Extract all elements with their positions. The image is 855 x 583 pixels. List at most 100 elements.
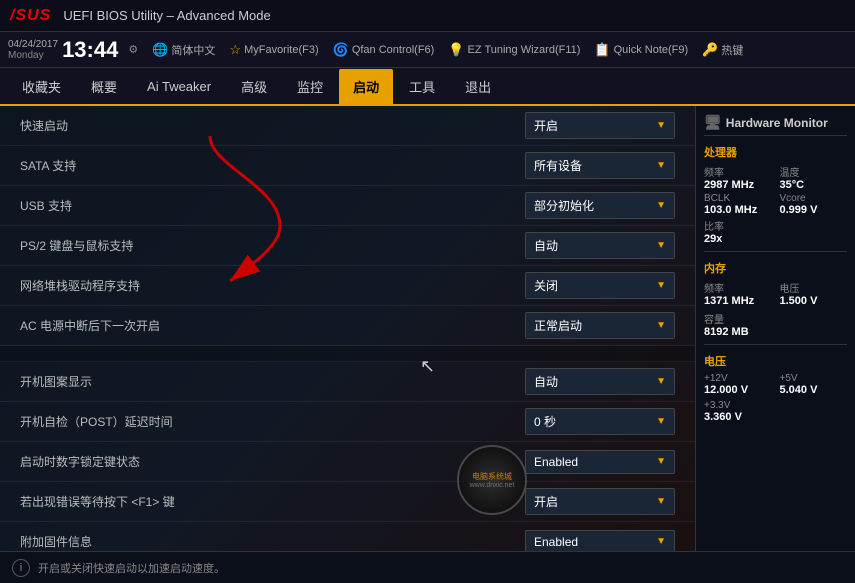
chevron-down-icon: ▼ [656, 456, 666, 467]
v33-display: +3.3V 3.360 V [704, 400, 847, 423]
nav-favorites[interactable]: 收藏夹 [8, 69, 75, 104]
bclk-display: BCLK 103.0 MHz [704, 193, 772, 216]
chevron-down-icon: ▼ [656, 536, 666, 547]
dropdown-ps2[interactable]: 自动 ▼ [525, 232, 675, 259]
setting-label-post-delay: 开机自检（POST）延迟时间 [20, 413, 475, 430]
setting-value-boot-logo[interactable]: 自动 ▼ [475, 368, 675, 395]
setting-row-ps2[interactable]: PS/2 键盘与鼠标支持 自动 ▼ [0, 226, 695, 266]
setting-label-ps2: PS/2 键盘与鼠标支持 [20, 237, 475, 254]
settings-spacer [0, 346, 695, 362]
main-nav: 收藏夹 概要 Ai Tweaker 高级 监控 启动 工具 退出 [0, 68, 855, 106]
setting-row-numlock[interactable]: 启动时数字锁定键状态 Enabled ▼ [0, 442, 695, 482]
toolbar-hotkey[interactable]: 🔑 热键 [702, 42, 743, 58]
toolbar-qfan[interactable]: 🌀 Qfan Control(F6) [333, 42, 435, 58]
dropdown-numlock[interactable]: Enabled ▼ [525, 450, 675, 474]
ez-label: EZ Tuning Wizard(F11) [468, 44, 581, 56]
setting-row-fast-boot[interactable]: 快速启动 开启 ▼ [0, 106, 695, 146]
mem-volt-display: 电压 1.500 V [780, 280, 848, 307]
v5-display: +5V 5.040 V [780, 373, 848, 396]
day-display: Monday [8, 50, 44, 61]
status-text: 开启或关闭快速启动以加速启动速度。 [38, 560, 225, 576]
setting-row-post-delay[interactable]: 开机自检（POST）延迟时间 0 秒 ▼ [0, 402, 695, 442]
favorite-icon: ☆ [229, 42, 241, 58]
datetime-display: 13:44 [62, 37, 118, 63]
dropdown-numlock-value: Enabled [534, 455, 578, 469]
dropdown-ac-power-value: 正常启动 [534, 317, 582, 334]
mem-freq-display: 频率 1371 MHz [704, 280, 772, 307]
setting-value-firmware-info[interactable]: Enabled ▼ [475, 530, 675, 552]
setting-label-fast-boot: 快速启动 [20, 117, 475, 134]
setting-row-sata[interactable]: SATA 支持 所有设备 ▼ [0, 146, 695, 186]
chevron-down-icon: ▼ [656, 120, 666, 131]
chevron-down-icon: ▼ [656, 320, 666, 331]
note-icon: 📋 [594, 42, 610, 58]
nav-overview[interactable]: 概要 [77, 69, 131, 104]
mem-capacity-display: 容量 8192 MB [704, 311, 847, 338]
dropdown-fast-boot-value: 开启 [534, 117, 558, 134]
toolbar-language[interactable]: 🌐 简体中文 [152, 42, 215, 58]
setting-value-ps2[interactable]: 自动 ▼ [475, 232, 675, 259]
toolbar-myfavorite[interactable]: ☆ MyFavorite(F3) [229, 42, 318, 58]
setting-value-f1-error[interactable]: 开启 ▼ [475, 488, 675, 515]
voltage-grid: +12V 12.000 V +5V 5.040 V [704, 373, 847, 396]
nav-tools[interactable]: 工具 [395, 69, 449, 104]
setting-value-post-delay[interactable]: 0 秒 ▼ [475, 408, 675, 435]
dropdown-post-delay[interactable]: 0 秒 ▼ [525, 408, 675, 435]
language-icon: 🌐 [152, 42, 168, 58]
language-label: 简体中文 [171, 42, 215, 58]
title-bar: /SUS UEFI BIOS Utility – Advanced Mode [0, 0, 855, 32]
chevron-down-icon: ▼ [656, 376, 666, 387]
hotkey-icon: 🔑 [702, 42, 718, 58]
setting-row-network-stack[interactable]: 网络堆栈驱动程序支持 关闭 ▼ [0, 266, 695, 306]
freq-label: 频率 2987 MHz [704, 164, 772, 191]
toolbar-eztuning[interactable]: 💡 EZ Tuning Wizard(F11) [448, 42, 580, 58]
setting-row-firmware-info[interactable]: 附加固件信息 Enabled ▼ [0, 522, 695, 551]
status-bar: i 开启或关闭快速启动以加速启动速度。 [0, 551, 855, 583]
dropdown-f1-error[interactable]: 开启 ▼ [525, 488, 675, 515]
dropdown-usb-value: 部分初始化 [534, 197, 594, 214]
nav-advanced[interactable]: 高级 [227, 69, 281, 104]
dropdown-firmware-info[interactable]: Enabled ▼ [525, 530, 675, 552]
setting-value-sata[interactable]: 所有设备 ▼ [475, 152, 675, 179]
setting-value-network-stack[interactable]: 关闭 ▼ [475, 272, 675, 299]
dropdown-network-stack[interactable]: 关闭 ▼ [525, 272, 675, 299]
title-text: UEFI BIOS Utility – Advanced Mode [63, 8, 270, 23]
ratio-display: 比率 29x [704, 218, 772, 245]
setting-value-usb[interactable]: 部分初始化 ▼ [475, 192, 675, 219]
setting-value-ac-power[interactable]: 正常启动 ▼ [475, 312, 675, 339]
setting-row-usb[interactable]: USB 支持 部分初始化 ▼ [0, 186, 695, 226]
nav-exit[interactable]: 退出 [451, 69, 505, 104]
qfan-label: Qfan Control(F6) [352, 44, 435, 56]
settings-icon[interactable]: ⚙ [128, 43, 138, 56]
temp-label: 温度 35°C [780, 164, 848, 191]
qfan-icon: 🌀 [333, 42, 349, 58]
setting-value-numlock[interactable]: Enabled ▼ [475, 450, 675, 474]
toolbar-quicknote[interactable]: 📋 Quick Note(F9) [594, 42, 688, 58]
setting-row-ac-power[interactable]: AC 电源中断后下一次开启 正常启动 ▼ [0, 306, 695, 346]
chevron-down-icon: ▼ [656, 416, 666, 427]
nav-ai-tweaker[interactable]: Ai Tweaker [133, 71, 225, 102]
setting-row-f1-error[interactable]: 若出现错误等待按下 <F1> 键 开启 ▼ [0, 482, 695, 522]
setting-label-firmware-info: 附加固件信息 [20, 533, 475, 550]
processor-grid: 频率 2987 MHz 温度 35°C BCLK 103.0 MHz Vcore… [704, 164, 847, 245]
dropdown-ac-power[interactable]: 正常启动 ▼ [525, 312, 675, 339]
dropdown-ps2-value: 自动 [534, 237, 558, 254]
dropdown-boot-logo[interactable]: 自动 ▼ [525, 368, 675, 395]
dropdown-boot-logo-value: 自动 [534, 373, 558, 390]
dropdown-post-delay-value: 0 秒 [534, 413, 556, 430]
monitor-title-text: Hardware Monitor [726, 116, 828, 130]
nav-monitor[interactable]: 监控 [283, 69, 337, 104]
content: ↖ 快速启动 开启 ▼ SATA 支持 所有设备 ▼ USB 支持 [0, 106, 855, 551]
dropdown-sata[interactable]: 所有设备 ▼ [525, 152, 675, 179]
dropdown-fast-boot[interactable]: 开启 ▼ [525, 112, 675, 139]
chevron-down-icon: ▼ [656, 200, 666, 211]
setting-value-fast-boot[interactable]: 开启 ▼ [475, 112, 675, 139]
dropdown-usb[interactable]: 部分初始化 ▼ [525, 192, 675, 219]
setting-label-boot-logo: 开机图案显示 [20, 373, 475, 390]
nav-boot[interactable]: 启动 [339, 69, 393, 104]
dropdown-network-stack-value: 关闭 [534, 277, 558, 294]
chevron-down-icon: ▼ [656, 160, 666, 171]
dropdown-firmware-info-value: Enabled [534, 535, 578, 549]
setting-row-boot-logo[interactable]: 开机图案显示 自动 ▼ [0, 362, 695, 402]
voltage-section-title: 电压 [704, 353, 847, 369]
